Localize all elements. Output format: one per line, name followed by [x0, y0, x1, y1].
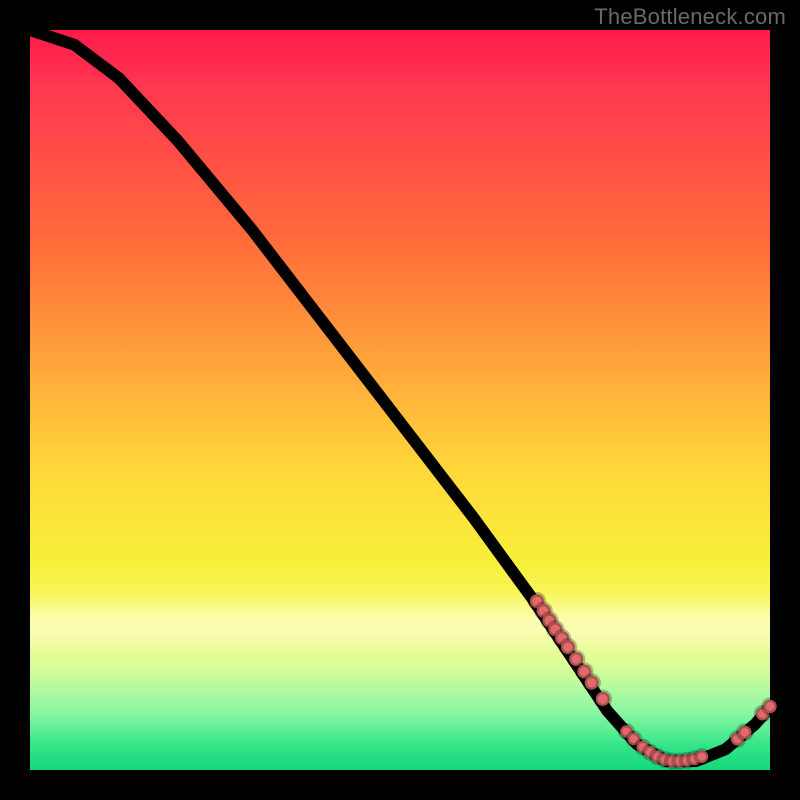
data-point	[596, 692, 610, 706]
data-point	[738, 726, 751, 739]
watermark-text: TheBottleneck.com	[594, 4, 786, 30]
chart-svg	[30, 30, 770, 770]
plot-area	[30, 30, 770, 770]
data-point	[763, 700, 776, 713]
chart-frame: TheBottleneck.com	[0, 0, 800, 800]
data-point	[696, 750, 709, 763]
bottleneck-curve	[30, 30, 770, 761]
data-points-group	[530, 594, 777, 767]
data-point	[585, 676, 599, 690]
